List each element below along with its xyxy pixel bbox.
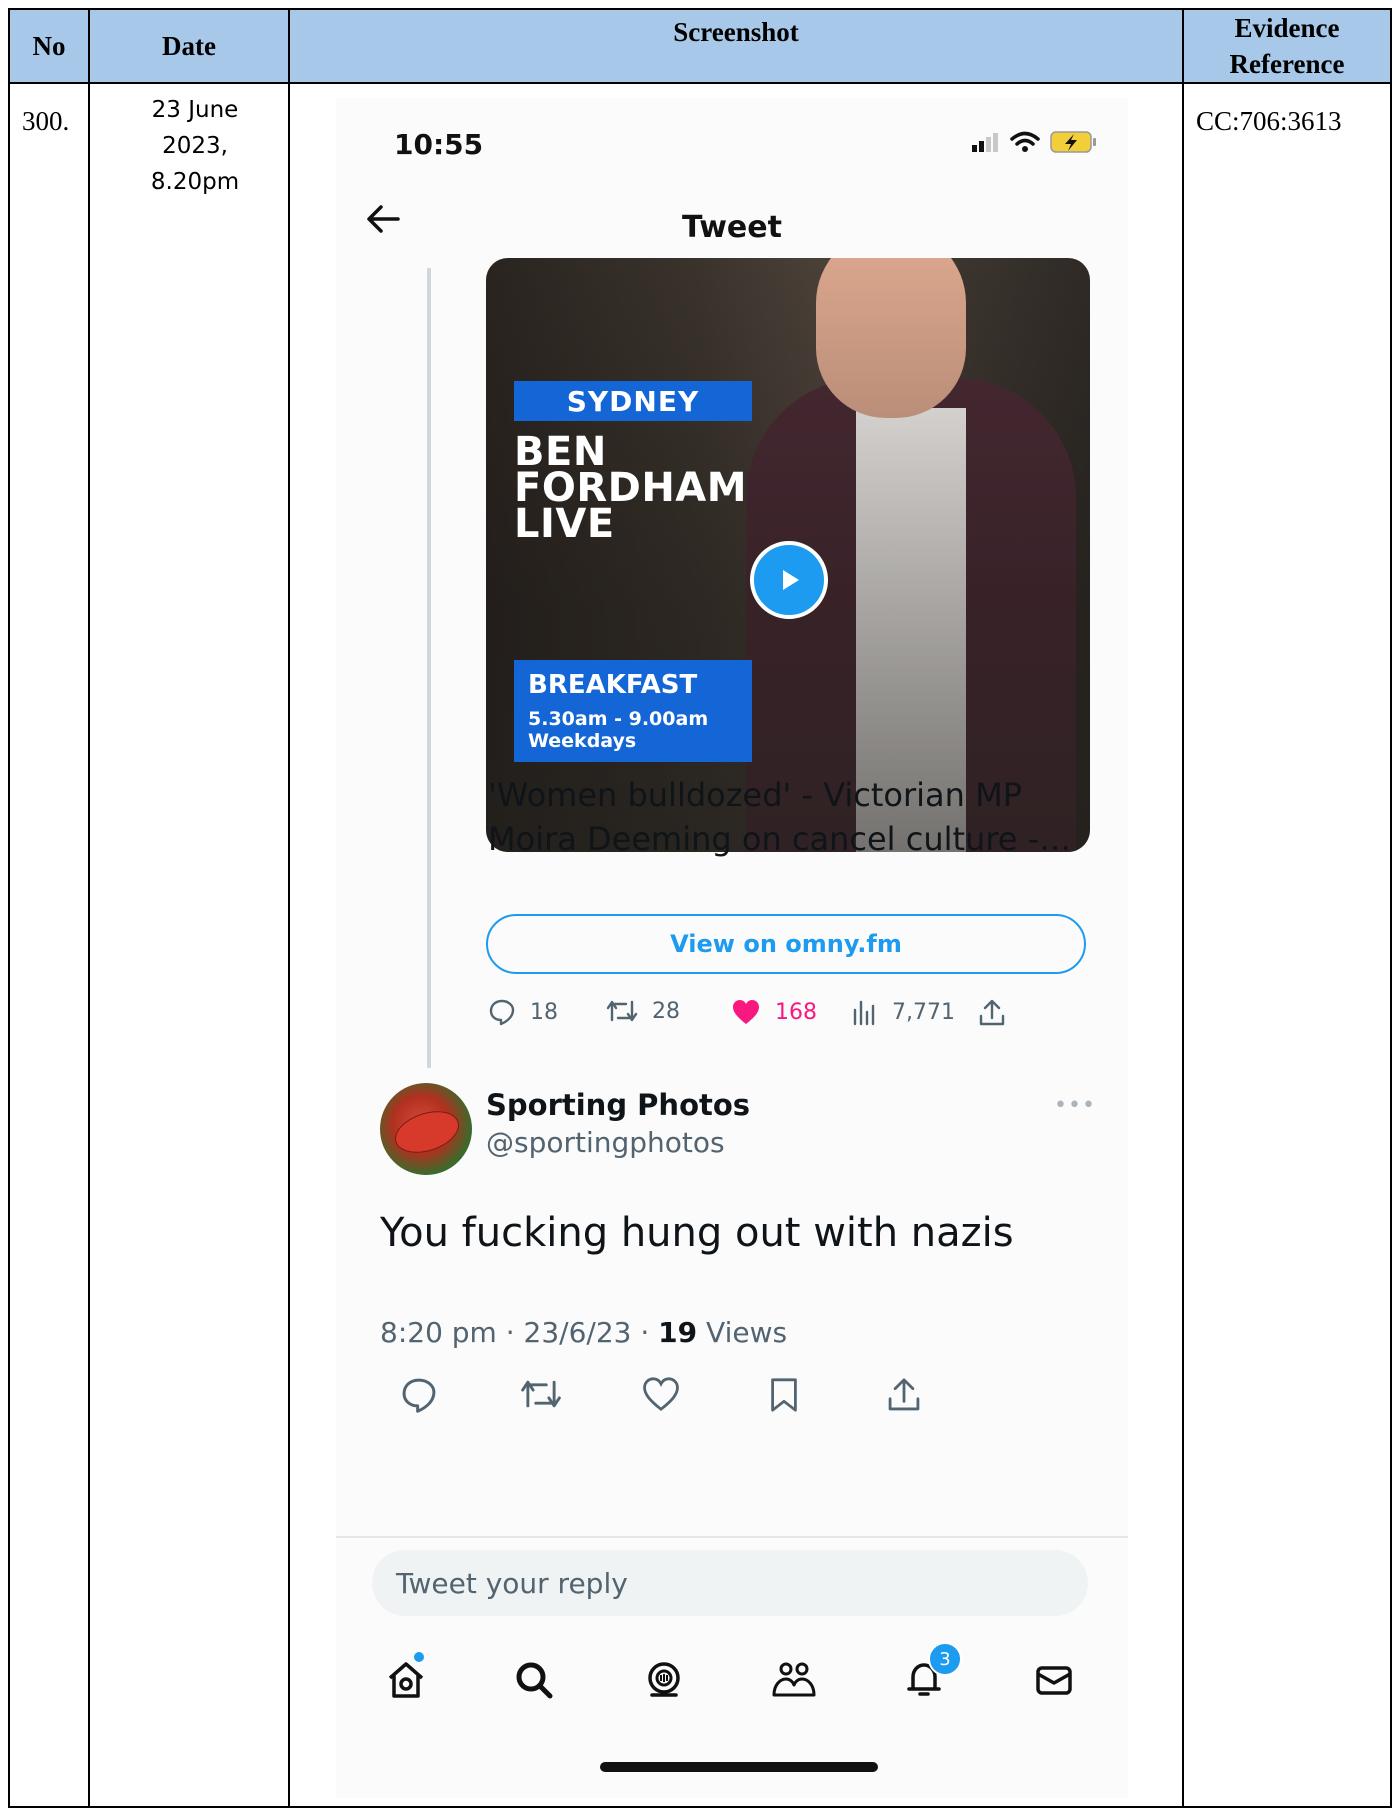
retweet-action[interactable]: 28 xyxy=(606,998,680,1024)
tab-messages[interactable] xyxy=(1024,1650,1084,1710)
play-icon xyxy=(783,570,799,590)
media-slot-label: BREAKFAST xyxy=(528,670,698,700)
header-date: Date xyxy=(162,31,216,61)
media-slot-details: 5.30am - 9.00am Weekdays xyxy=(528,708,708,752)
tab-search[interactable] xyxy=(504,1650,564,1710)
wifi-icon xyxy=(1010,131,1040,152)
communities-icon xyxy=(772,1662,816,1697)
share-action[interactable] xyxy=(978,998,1006,1028)
media-show-title: BEN FORDHAM LIVE xyxy=(514,432,747,547)
retweet-button[interactable] xyxy=(520,1376,562,1416)
status-icons xyxy=(972,130,1098,154)
thread-line xyxy=(427,268,431,1068)
views-count: 7,771 xyxy=(892,999,955,1025)
view-on-omny-button[interactable]: View on omny.fm xyxy=(486,914,1086,974)
tweet-text: You fucking hung out with nazis xyxy=(380,1210,1014,1256)
home-notification-dot xyxy=(414,1652,424,1662)
nav-title: Tweet xyxy=(682,210,782,245)
card-title-line2: Moira Deeming on cancel culture -… xyxy=(488,820,1072,858)
football-icon xyxy=(389,1103,465,1161)
heart-outline-icon xyxy=(643,1377,679,1411)
reply-input[interactable]: Tweet your reply xyxy=(372,1550,1088,1616)
phone-screenshot: 10:55 Tweet SYDNEY BEN FORDHAM LIVE BREA… xyxy=(336,98,1128,1798)
header-no: No xyxy=(32,31,66,61)
header-evidence-line2: Reference xyxy=(1229,49,1345,79)
like-action[interactable]: 168 xyxy=(731,998,817,1026)
retweet-icon xyxy=(521,1380,561,1408)
share-icon xyxy=(979,999,1005,1026)
play-button[interactable] xyxy=(750,541,828,619)
tab-communities[interactable] xyxy=(764,1650,824,1710)
mail-icon xyxy=(1036,1666,1072,1695)
evidence-reference: CC:706:3613 xyxy=(1196,106,1342,136)
notification-badge: 3 xyxy=(928,1642,962,1676)
tab-home[interactable] xyxy=(376,1650,436,1710)
status-time: 10:55 xyxy=(394,128,484,161)
analytics-icon xyxy=(853,1000,875,1026)
reply-icon xyxy=(489,999,515,1026)
spaces-icon xyxy=(648,1662,680,1697)
media-preview[interactable]: SYDNEY BEN FORDHAM LIVE BREAKFAST 5.30am… xyxy=(486,258,1090,852)
bookmark-button[interactable] xyxy=(768,1376,800,1418)
reply-action[interactable]: 18 xyxy=(488,998,558,1026)
media-slot-time: 5.30am - 9.00am xyxy=(528,708,709,730)
reply-count: 18 xyxy=(530,999,558,1025)
row-number: 300. xyxy=(22,106,70,136)
divider xyxy=(336,1536,1128,1538)
like-button[interactable] xyxy=(642,1376,680,1416)
column-divider xyxy=(88,10,90,1806)
views-action[interactable]: 7,771 xyxy=(852,998,955,1026)
share-icon xyxy=(888,1378,920,1411)
home-icon xyxy=(388,1662,424,1698)
battery-charging-icon xyxy=(1050,131,1096,153)
tab-notifications[interactable]: 3 xyxy=(894,1642,962,1710)
share-button[interactable] xyxy=(886,1376,922,1418)
header-evidence-line1: Evidence xyxy=(1234,13,1340,43)
column-divider xyxy=(288,10,290,1806)
tab-spaces[interactable] xyxy=(634,1650,694,1710)
home-indicator xyxy=(600,1762,878,1772)
heart-filled-icon xyxy=(733,1000,759,1024)
search-icon xyxy=(516,1662,553,1699)
column-divider xyxy=(1182,10,1184,1806)
tweet-timestamp: 8:20 pm · 23/6/23 · xyxy=(380,1316,659,1349)
reply-button[interactable] xyxy=(400,1376,438,1418)
header-evidence-reference: Evidence Reference xyxy=(1184,10,1390,82)
user-handle[interactable]: @sportingphotos xyxy=(486,1126,725,1159)
date-line-2: 2023, xyxy=(162,133,228,159)
tweet-actions xyxy=(380,1376,1080,1426)
retweet-count: 28 xyxy=(652,998,680,1024)
reply-icon xyxy=(402,1378,436,1413)
card-title-line1: 'Women bulldozed' - Victorian MP xyxy=(488,776,1023,814)
show-title-line3: LIVE xyxy=(514,501,615,547)
bookmark-icon xyxy=(771,1378,797,1412)
date-line-1: 23 June xyxy=(151,97,239,123)
bottom-tab-bar: 3 xyxy=(336,1642,1128,1720)
card-title[interactable]: 'Women bulldozed' - Victorian MP Moira D… xyxy=(488,773,1088,861)
tweet-views-count: 19 xyxy=(658,1316,698,1349)
date-line-3: 8.20pm xyxy=(150,169,240,195)
like-count: 168 xyxy=(775,999,817,1025)
header-screenshot: Screenshot xyxy=(673,17,799,47)
tweet-views-label: Views xyxy=(697,1316,788,1349)
media-slot-box: BREAKFAST 5.30am - 9.00am Weekdays xyxy=(514,660,752,762)
signal-icon xyxy=(972,133,998,152)
media-city-tag: SYDNEY xyxy=(514,381,752,421)
retweet-icon xyxy=(606,1000,638,1022)
row-date: 23 June 2023, 8.20pm xyxy=(102,92,288,200)
parent-tweet-actions: 18 28 168 7,771 xyxy=(486,998,1090,1038)
more-options-icon[interactable]: ••• xyxy=(1054,1093,1096,1118)
avatar[interactable] xyxy=(380,1083,472,1175)
reply-placeholder: Tweet your reply xyxy=(396,1567,628,1600)
user-display-name[interactable]: Sporting Photos xyxy=(486,1088,750,1122)
tweet-meta: 8:20 pm · 23/6/23 · 19 Views xyxy=(380,1316,787,1349)
media-slot-days: Weekdays xyxy=(528,730,637,752)
